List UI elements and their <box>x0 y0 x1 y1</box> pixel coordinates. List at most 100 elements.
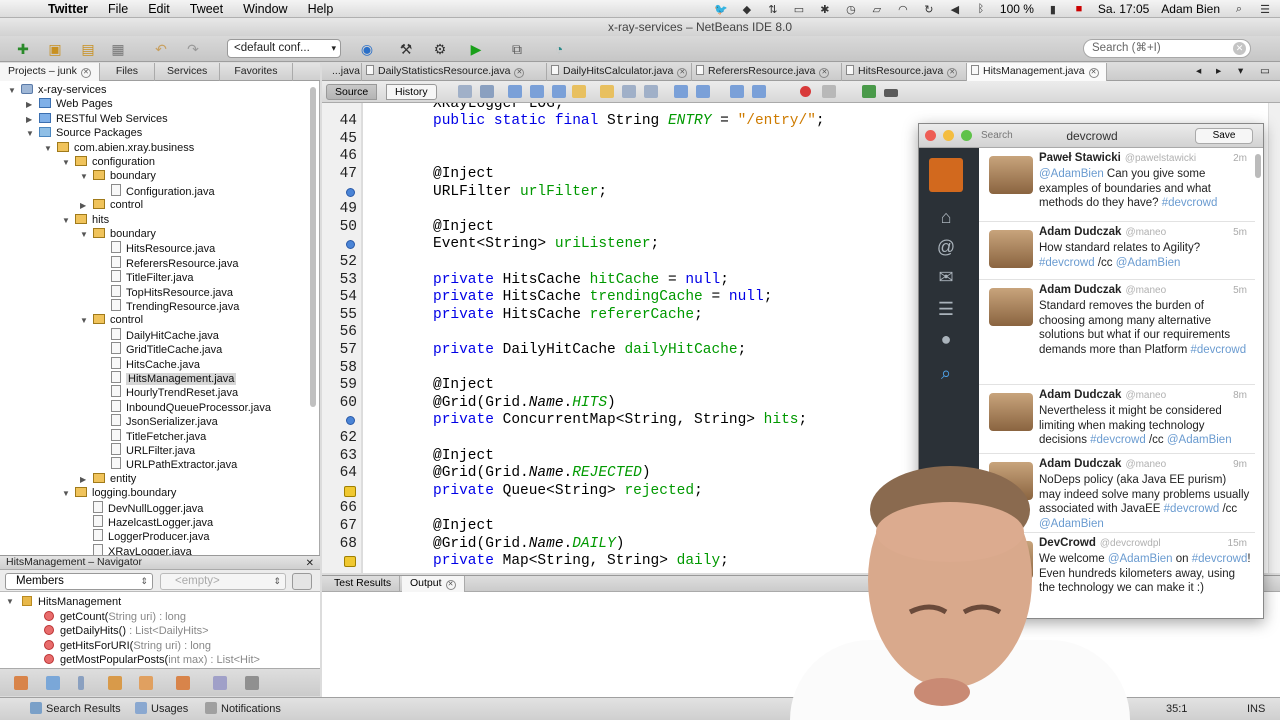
expand-toggle-icon[interactable]: ▼ <box>26 127 36 141</box>
start-macro-icon[interactable] <box>800 86 811 97</box>
tweet-author[interactable]: Paweł Stawicki @pawelstawicki <box>1039 152 1196 164</box>
usages-button[interactable]: Usages <box>135 702 188 717</box>
battery-percent[interactable]: 100 % <box>1000 2 1034 16</box>
tree-item[interactable]: ▼ com.abien.xray.business <box>44 141 194 155</box>
tab-files[interactable]: Files <box>100 63 156 81</box>
clock[interactable]: Sa. 17:05 <box>1098 2 1149 16</box>
network-icon[interactable]: ⇅ <box>766 3 780 16</box>
tree-item[interactable]: DevNullLogger.java <box>80 500 203 515</box>
feed-scrollbar[interactable] <box>1255 154 1261 178</box>
menu-edit[interactable]: Edit <box>148 2 170 16</box>
bluetooth-icon[interactable]: ✱ <box>818 3 832 16</box>
tree-item[interactable]: URLPathExtractor.java <box>98 457 237 471</box>
tree-item[interactable]: ▼ control <box>80 313 143 327</box>
clear-search-icon[interactable]: ✕ <box>1233 42 1246 55</box>
tree-item[interactable]: TrendingResource.java <box>98 299 239 313</box>
find-next-icon[interactable] <box>530 85 544 98</box>
back-icon[interactable] <box>480 85 494 98</box>
shift-left-icon[interactable] <box>674 85 688 98</box>
expand-toggle-icon[interactable]: ▶ <box>26 113 36 127</box>
show-fqn-icon[interactable] <box>213 676 227 690</box>
editor-scrollbar[interactable] <box>1268 103 1280 573</box>
sort-source-icon[interactable] <box>176 676 190 690</box>
expand-toggle-icon[interactable]: ▶ <box>80 199 90 213</box>
editor-tab-dailyhitscalculator[interactable]: DailyHitsCalculator.java ✕ <box>547 63 692 81</box>
tweet[interactable]: Adam Dudczak @maneo 5m Standard removes the… <box>979 280 1255 385</box>
avatar[interactable] <box>989 156 1033 194</box>
filter-static-icon[interactable] <box>46 676 60 690</box>
navigator-method[interactable]: getDailyHits() : List<DailyHits> <box>44 624 209 638</box>
shift-right-icon[interactable] <box>696 85 710 98</box>
tree-item[interactable]: HitsManagement.java <box>98 371 237 385</box>
airplay-icon[interactable]: ▱ <box>870 3 884 16</box>
close-icon[interactable]: ✕ <box>1088 68 1099 78</box>
members-select[interactable]: Members ⇕ <box>5 573 153 590</box>
scroll-tabs-left-icon[interactable]: ◂ <box>1192 63 1212 81</box>
tree-item[interactable]: JsonSerializer.java <box>98 414 218 428</box>
sync-icon[interactable]: ↻ <box>922 3 936 16</box>
stop-macro-icon[interactable] <box>822 85 836 98</box>
build-hammer-icon[interactable]: ⚒ <box>396 39 416 59</box>
tree-item[interactable]: URLFilter.java <box>98 443 195 457</box>
injection-point-icon[interactable] <box>346 416 355 426</box>
tree-item[interactable]: ▶ Web Pages <box>26 97 113 111</box>
search-icon[interactable]: ⌕ <box>933 362 959 384</box>
tweet-link[interactable]: #devcrowd <box>1162 197 1218 209</box>
tree-item[interactable]: HourlyTrendReset.java <box>98 385 238 399</box>
source-tab-button[interactable]: Source <box>326 84 378 100</box>
tree-item[interactable]: ▼ hits <box>62 213 109 227</box>
warning-icon[interactable] <box>344 485 356 497</box>
user-name[interactable]: Adam Bien <box>1161 2 1220 16</box>
redo-icon[interactable]: ↷ <box>183 39 203 59</box>
tree-item[interactable]: ▼ boundary <box>80 227 156 241</box>
expand-toggle-icon[interactable]: ▼ <box>80 228 90 242</box>
tweet-author[interactable]: DevCrowd @devcrowdpl <box>1039 537 1161 549</box>
tree-item[interactable]: ▼ x-ray-services <box>8 83 106 97</box>
tweet-link[interactable]: #devcrowd <box>1039 257 1095 269</box>
minimize-icon[interactable] <box>884 89 898 97</box>
save-all-icon[interactable]: ▦ <box>108 39 128 59</box>
ide-search-input[interactable]: Search (⌘+I) ✕ <box>1083 39 1251 58</box>
debug-icon[interactable]: ⧉ <box>507 39 527 59</box>
tweet-link[interactable]: #devcrowd <box>1090 434 1146 446</box>
expand-toggle-icon[interactable]: ▶ <box>80 473 90 487</box>
editor-tab-dailystatisticsresource[interactable]: DailyStatisticsResource.java ✕ <box>362 63 547 81</box>
expand-toggle-icon[interactable]: ▼ <box>62 214 72 228</box>
bluetooth-2-icon[interactable]: ᛒ <box>974 3 988 15</box>
display-icon[interactable]: ▭ <box>792 3 806 16</box>
navigator-method[interactable]: getHitsForURI(String uri) : long <box>44 639 211 653</box>
toggle-rect-select-icon[interactable] <box>600 85 614 98</box>
tab-test-results[interactable]: Test Results <box>326 576 401 592</box>
editor-tab-hitsresource[interactable]: HitsResource.java ✕ <box>842 63 967 81</box>
tree-item[interactable]: HitsCache.java <box>98 356 200 371</box>
maximize-editor-icon[interactable]: ▭ <box>1256 63 1276 81</box>
profile-icon[interactable]: ● <box>933 328 959 350</box>
tweet-link[interactable]: #devcrowd <box>1164 503 1220 515</box>
expand-toggle-icon[interactable]: ▼ <box>62 156 72 170</box>
tweet[interactable]: Adam Dudczak @maneo 5m How standard relates… <box>979 222 1255 280</box>
toggle-highlight-icon[interactable] <box>572 85 586 98</box>
tab-favorites[interactable]: Favorites <box>220 63 293 81</box>
avatar[interactable] <box>989 230 1033 268</box>
navigator-history-button[interactable] <box>292 573 312 590</box>
tree-item[interactable]: ReferersResource.java <box>98 255 239 270</box>
tweet[interactable]: Paweł Stawicki @pawelstawicki 2m @AdamBien … <box>979 148 1255 222</box>
tweet-author[interactable]: Adam Dudczak @maneo <box>1039 284 1166 296</box>
run-icon[interactable]: ▶ <box>466 39 486 59</box>
navigator-method[interactable]: getMostPopularPosts(int max) : List<Hit> <box>44 653 260 667</box>
save-search-button[interactable]: Save <box>1195 128 1253 144</box>
tree-item[interactable]: ▼ boundary <box>80 169 156 183</box>
tree-item[interactable]: LoggerProducer.java <box>80 529 210 543</box>
avatar[interactable] <box>989 288 1033 326</box>
expand-toggle-icon[interactable]: ▼ <box>80 314 90 328</box>
tree-item[interactable]: GridTitleCache.java <box>98 342 222 356</box>
tab-list-icon[interactable]: ▾ <box>1234 63 1254 81</box>
lists-icon[interactable]: ☰ <box>933 298 959 320</box>
filter-nonpublic-icon[interactable] <box>78 676 84 690</box>
close-icon[interactable]: ✕ <box>819 68 830 78</box>
tweet-link[interactable]: @AdamBien <box>1167 434 1232 446</box>
expand-toggle-icon[interactable]: ▼ <box>6 595 14 609</box>
menu-tweet[interactable]: Tweet <box>190 2 223 16</box>
tweet[interactable]: Adam Dudczak @maneo 8m Nevertheless it migh… <box>979 385 1255 454</box>
open-project-icon[interactable]: ▤ <box>78 39 98 59</box>
